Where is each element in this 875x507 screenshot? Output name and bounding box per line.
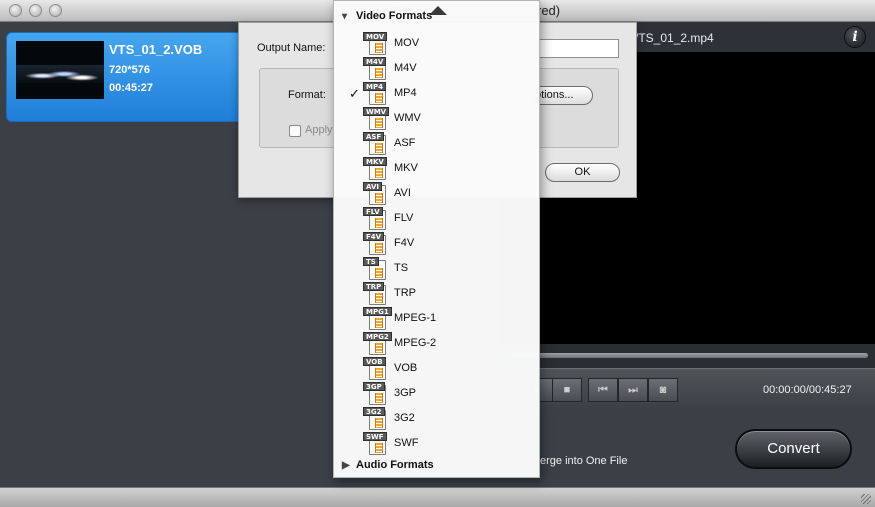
file-duration: 00:45:27 (109, 82, 154, 94)
zoom-window-button[interactable] (49, 4, 62, 17)
format-item-trp[interactable]: TRP TRP (334, 281, 539, 306)
format-item-swf[interactable]: SWF SWF (334, 431, 539, 456)
video-file-icon: ASF (363, 132, 387, 155)
format-label: WMV (394, 112, 421, 124)
format-label: F4V (394, 237, 415, 249)
convert-button[interactable]: Convert (735, 429, 852, 469)
audio-formats-label: Audio Formats (356, 459, 434, 471)
resize-grip-icon[interactable] (861, 494, 871, 504)
video-file-icon: FLV (363, 207, 387, 230)
close-window-button[interactable] (9, 4, 22, 17)
video-file-icon: MKV (363, 157, 387, 180)
stop-button[interactable]: ■ (552, 378, 582, 402)
video-formats-group[interactable]: ▾ Video Formats (342, 10, 432, 22)
video-file-icon: F4V (363, 232, 387, 255)
format-item-vob[interactable]: VOB VOB (334, 356, 539, 381)
format-item-f4v[interactable]: F4V F4V (334, 231, 539, 256)
format-item-mp4[interactable]: ✓ MP4 MP4 (334, 81, 539, 106)
video-file-icon: MOV (363, 32, 388, 55)
format-item-mov[interactable]: MOV MOV (334, 31, 539, 56)
video-file-icon: MPG1 (363, 307, 392, 330)
format-label: M4V (394, 62, 417, 74)
format-label: AVI (394, 187, 411, 199)
info-icon[interactable]: i (844, 26, 866, 48)
preview-title: /TS_01_2.mp4 (635, 31, 714, 45)
video-file-icon: MPG2 (363, 332, 392, 355)
video-file-icon: SWF (363, 432, 387, 455)
audio-formats-group[interactable]: ▶ Audio Formats (342, 459, 434, 471)
format-item-mpeg-2[interactable]: MPG2 MPEG-2 (334, 331, 539, 356)
video-file-icon: AVI (363, 182, 387, 205)
playback-time: 00:00:00/00:45:27 (763, 384, 852, 396)
video-file-icon: 3GP (363, 382, 387, 405)
format-label: ASF (394, 137, 416, 149)
snapshot-camera-icon[interactable]: ◙ (648, 378, 678, 402)
format-label: 3G2 (394, 412, 415, 424)
format-label: MP4 (394, 87, 417, 99)
video-file-icon: 3G2 (363, 407, 387, 430)
format-label: MPEG-1 (394, 312, 437, 324)
format-label: FLV (394, 212, 414, 224)
checkmark-icon: ✓ (349, 86, 360, 101)
minimize-window-button[interactable] (29, 4, 42, 17)
format-item-flv[interactable]: FLV FLV (334, 206, 539, 231)
format-item-asf[interactable]: ASF ASF (334, 131, 539, 156)
apply-checkbox[interactable] (289, 125, 301, 137)
video-formats-label: Video Formats (356, 10, 433, 22)
format-item-avi[interactable]: AVI AVI (334, 181, 539, 206)
video-file-icon: TRP (363, 282, 387, 305)
format-popup-menu: ▾ Video Formats MOV MOV M4V M4V ✓ MP4 MP4 WMV WMV… (333, 0, 540, 478)
format-item-3g2[interactable]: 3G2 3G2 (334, 406, 539, 431)
format-label: MOV (394, 37, 420, 49)
format-label: TRP (394, 287, 416, 299)
window-title-right: red) (537, 3, 561, 18)
format-label: SWF (394, 437, 419, 449)
format-item-mpeg-1[interactable]: MPG1 MPEG-1 (334, 306, 539, 331)
format-label: VOB (394, 362, 418, 374)
video-file-icon: TS (363, 257, 387, 280)
format-item-wmv[interactable]: WMV WMV (334, 106, 539, 131)
format-label: MPEG-2 (394, 337, 437, 349)
next-frame-icon[interactable]: ⏭ (618, 378, 648, 402)
options-button[interactable]: ptions... (531, 86, 593, 105)
format-label: MKV (394, 162, 418, 174)
format-item-3gp[interactable]: 3GP 3GP (334, 381, 539, 406)
disclosure-closed-icon: ▶ (342, 460, 350, 471)
format-label: Format: (288, 89, 326, 101)
format-item-m4v[interactable]: M4V M4V (334, 56, 539, 81)
format-item-mkv[interactable]: MKV MKV (334, 156, 539, 181)
disclosure-open-icon: ▾ (342, 11, 348, 22)
progress-bar[interactable] (510, 353, 868, 358)
format-label: 3GP (394, 387, 417, 399)
file-resolution: 720*576 (109, 64, 150, 76)
video-file-icon: WMV (363, 107, 390, 130)
ok-button[interactable]: OK (545, 163, 620, 182)
output-name-field[interactable] (539, 39, 619, 58)
format-label: TS (394, 262, 409, 274)
file-name: VTS_01_2.VOB (109, 42, 203, 57)
video-file-icon: MP4 (363, 82, 387, 105)
previous-frame-icon[interactable]: ⏮ (588, 378, 618, 402)
output-name-label: Output Name: (257, 42, 326, 54)
playback-controls: ■ ⏮ ⏭ ◙ 00:00:00/00:45:27 (498, 368, 875, 410)
playback-progress[interactable] (498, 344, 875, 368)
video-thumbnail (16, 41, 104, 99)
apply-label: Apply (305, 124, 333, 136)
video-file-icon: M4V (363, 57, 387, 80)
video-file-icon: VOB (363, 357, 387, 380)
format-item-ts[interactable]: TS TS (334, 256, 539, 281)
status-bar (0, 487, 875, 507)
merge-into-one-file-label[interactable]: erge into One File (540, 455, 627, 467)
